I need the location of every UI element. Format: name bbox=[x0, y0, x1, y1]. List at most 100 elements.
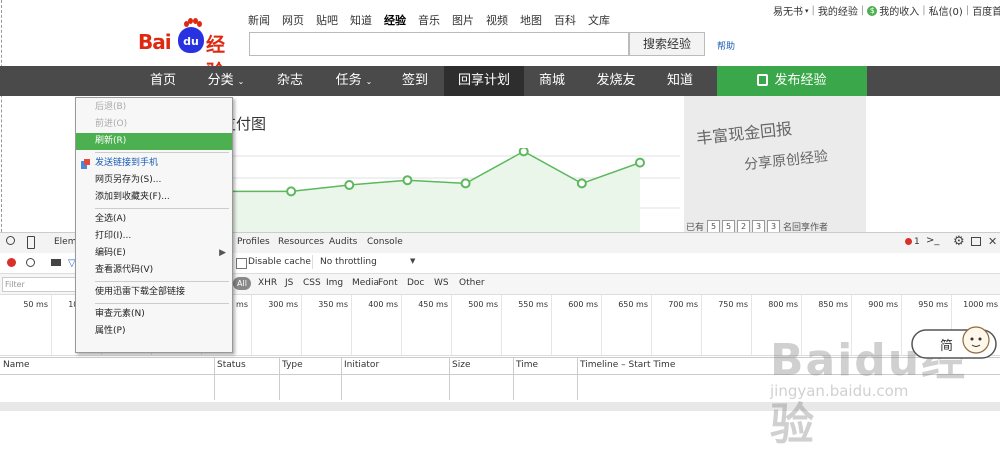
menu-separator bbox=[95, 281, 229, 282]
menu-item[interactable]: 审查元素(N) bbox=[76, 306, 232, 323]
timeline-tick: 800 ms bbox=[768, 300, 798, 309]
nav-item[interactable]: 回享计划 bbox=[444, 66, 524, 96]
topnav-item[interactable]: 图片 bbox=[452, 12, 474, 28]
timeline-tick: 50 ms bbox=[23, 300, 48, 309]
search-input[interactable] bbox=[249, 32, 629, 56]
column-header[interactable]: Name bbox=[3, 360, 30, 370]
data-point[interactable] bbox=[635, 157, 645, 168]
clear-icon[interactable] bbox=[26, 258, 35, 267]
nav-item-label: 回享计划 bbox=[457, 73, 510, 88]
column-header[interactable]: Timeline – Start Time bbox=[580, 360, 675, 370]
menu-item[interactable]: 添加到收藏夹(F)... bbox=[76, 189, 232, 206]
huixiang-banner[interactable]: 丰富现金回报 分享原创经验 已有 55233 名回享作者 bbox=[684, 96, 866, 236]
close-icon[interactable]: ✕ bbox=[988, 235, 997, 248]
my-income-link[interactable]: 我的收入 bbox=[879, 3, 919, 18]
help-link[interactable]: 帮助 bbox=[717, 39, 735, 52]
baidu-jingyan-logo[interactable]: Bai du 经验 bbox=[138, 16, 243, 83]
baidu-home-link[interactable]: 百度首页 bbox=[972, 3, 1000, 18]
timeline-tick: 500 ms bbox=[468, 300, 498, 309]
topnav-item[interactable]: 网页 bbox=[282, 12, 304, 28]
column-header[interactable]: Size bbox=[452, 360, 470, 370]
username-link[interactable]: 易无书 bbox=[773, 3, 803, 18]
record-icon[interactable] bbox=[7, 258, 16, 267]
filter-type[interactable]: Doc bbox=[407, 278, 424, 288]
column-divider bbox=[577, 358, 578, 374]
menu-item[interactable]: 刷新(R) bbox=[76, 133, 232, 150]
devtools-tab[interactable]: Console bbox=[367, 237, 403, 247]
nav-item[interactable]: 知道 bbox=[652, 66, 708, 96]
context-menu: 后退(B) 前进(O) 刷新(R) 发送链接到手机 网页另存为(S)... 添加到收藏夹(… bbox=[75, 97, 233, 353]
column-header[interactable]: Status bbox=[217, 360, 246, 370]
filter-type[interactable]: Font bbox=[378, 278, 398, 288]
error-count[interactable]: 1 bbox=[914, 237, 920, 247]
menu-item[interactable]: 全选(A) bbox=[76, 211, 232, 228]
devtools-tab[interactable]: Profiles bbox=[237, 237, 270, 247]
timeline-tick: 300 ms bbox=[268, 300, 298, 309]
timeline-tick: 1000 ms bbox=[963, 300, 998, 309]
filter-type[interactable]: Other bbox=[459, 278, 485, 288]
menu-item[interactable]: 编码(E) ▶ bbox=[76, 245, 232, 262]
main-nav: 首页 分类 ⌄ 杂志 任务 ⌄ 签到 回享计划 商城 发烧友 知道 发布经验 bbox=[0, 66, 1000, 96]
search-icon[interactable] bbox=[6, 236, 15, 245]
topnav-item[interactable]: 文库 bbox=[588, 12, 610, 28]
column-divider bbox=[449, 358, 450, 374]
timeline-gridline bbox=[451, 295, 452, 355]
menu-item[interactable]: 打印(I)... bbox=[76, 228, 232, 245]
column-header[interactable]: Initiator bbox=[344, 360, 379, 370]
my-jingyan-link[interactable]: 我的经验 bbox=[818, 3, 858, 18]
menu-item-label: 添加到收藏夹(F)... bbox=[95, 192, 170, 202]
filter-type[interactable]: JS bbox=[285, 278, 293, 288]
gear-icon[interactable]: ⚙ bbox=[953, 234, 965, 249]
nav-item[interactable]: 杂志 bbox=[262, 66, 318, 96]
menu-item[interactable]: 查看源代码(V) bbox=[76, 262, 232, 279]
filter-input[interactable]: Filter bbox=[2, 277, 78, 292]
console-drawer-icon[interactable]: >_ bbox=[926, 235, 939, 246]
timeline-tick: 450 ms bbox=[418, 300, 448, 309]
topnav-item[interactable]: 经验 bbox=[384, 12, 406, 28]
nav-item-label: 分类 bbox=[207, 73, 234, 88]
nav-item[interactable]: 签到 bbox=[390, 66, 440, 96]
data-point[interactable] bbox=[576, 178, 587, 189]
topnav-item[interactable]: 地图 bbox=[520, 12, 542, 28]
data-point[interactable] bbox=[518, 148, 529, 157]
topnav-item[interactable]: 音乐 bbox=[418, 12, 440, 28]
menu-item[interactable]: 属性(P) bbox=[76, 323, 232, 340]
messages-link[interactable]: 私信(0) bbox=[929, 3, 963, 18]
filter-type[interactable]: XHR bbox=[258, 278, 277, 288]
topnav-item[interactable]: 贴吧 bbox=[316, 12, 338, 28]
column-header[interactable]: Time bbox=[516, 360, 538, 370]
data-point[interactable] bbox=[344, 180, 355, 190]
nav-item[interactable]: 发烧友 bbox=[583, 66, 649, 96]
devtools-tab[interactable]: Audits bbox=[329, 237, 357, 247]
topnav-item[interactable]: 视频 bbox=[486, 12, 508, 28]
topnav-item[interactable]: 新闻 bbox=[248, 12, 270, 28]
disable-cache-checkbox[interactable] bbox=[236, 258, 247, 269]
menu-item[interactable]: 网页另存为(S)... bbox=[76, 172, 232, 189]
disable-cache-label: Disable cache bbox=[248, 257, 311, 267]
device-icon[interactable] bbox=[27, 236, 35, 249]
camera-icon[interactable] bbox=[51, 259, 61, 266]
column-header[interactable]: Type bbox=[282, 360, 303, 370]
search-button[interactable]: 搜索经验 bbox=[629, 32, 705, 56]
data-point[interactable] bbox=[286, 186, 297, 197]
data-point[interactable] bbox=[402, 175, 413, 186]
dock-icon[interactable] bbox=[971, 237, 981, 246]
filter-type-all[interactable]: All bbox=[233, 277, 251, 290]
data-point[interactable] bbox=[460, 178, 471, 189]
menu-item[interactable]: 使用迅雷下载全部链接 bbox=[76, 284, 232, 301]
topnav-item[interactable]: 知道 bbox=[350, 12, 372, 28]
throttling-value: No throttling bbox=[320, 257, 377, 267]
nav-item[interactable]: 商城 bbox=[524, 66, 580, 96]
nav-item[interactable]: 任务 ⌄ bbox=[322, 66, 386, 96]
filter-type[interactable]: CSS bbox=[303, 278, 321, 288]
filter-type[interactable]: Img bbox=[326, 278, 343, 288]
mascot-text: 简 bbox=[940, 338, 953, 354]
topnav-item[interactable]: 百科 bbox=[554, 12, 576, 28]
nav-item[interactable]: 分类 ⌄ bbox=[193, 66, 259, 96]
filter-type[interactable]: WS bbox=[434, 278, 449, 288]
filter-type[interactable]: Media bbox=[352, 278, 379, 288]
menu-item[interactable]: 发送链接到手机 bbox=[76, 155, 232, 172]
nav-item[interactable]: 首页 bbox=[134, 66, 192, 96]
devtools-tab[interactable]: Resources bbox=[278, 237, 324, 247]
publish-button[interactable]: 发布经验 bbox=[717, 66, 867, 96]
